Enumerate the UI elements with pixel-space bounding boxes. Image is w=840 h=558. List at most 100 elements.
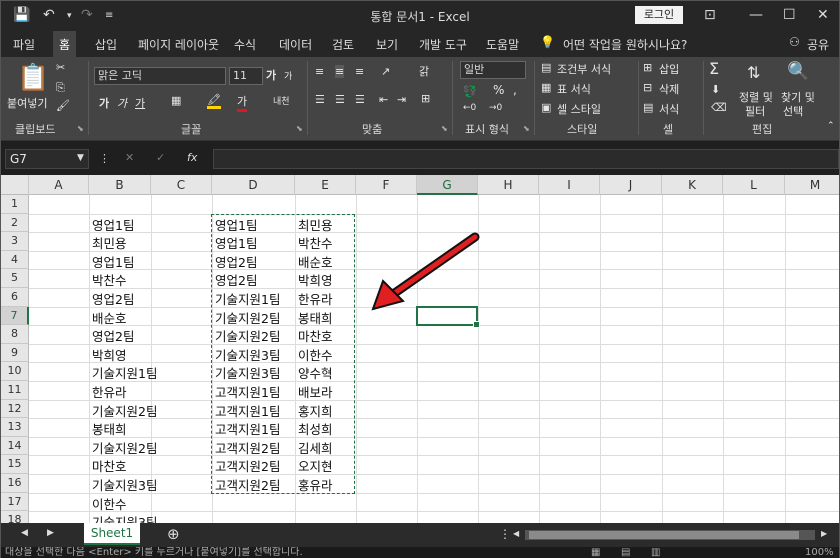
align-center-icon[interactable]: ☰ (335, 93, 345, 106)
more-options-icon[interactable]: ⋮ (99, 152, 110, 165)
tab-help[interactable]: 도움말 (486, 36, 519, 53)
name-box-dropdown-icon[interactable]: ▼ (77, 153, 84, 163)
styles-group-label: 스타일 (567, 123, 598, 136)
sort-filter-icon: ⇅ (747, 63, 761, 82)
separator (638, 61, 639, 135)
tab-developer[interactable]: 개발 도구 (419, 36, 467, 53)
borders-icon[interactable]: ▦ (171, 94, 181, 107)
number-group-label: 표시 형식 (465, 123, 509, 136)
increase-decimal-icon[interactable]: ←0 (463, 103, 476, 113)
number-launcher-icon[interactable]: ⬊ (523, 124, 530, 133)
paste-icon[interactable]: 📋 (17, 63, 49, 93)
tab-review[interactable]: 검토 (332, 36, 354, 53)
clipboard-group-label: 클립보드 (15, 123, 56, 136)
excel-window: 💾 ↶ ▾ ↷ ≡ 통합 문서1 - Excel 로그인 ⊡ — ☐ ✕ 파일 … (0, 0, 840, 558)
font-size-dropdown[interactable]: 11 (229, 67, 263, 85)
separator (307, 61, 308, 135)
sort-filter-button-line2[interactable]: 필터 (745, 103, 765, 119)
align-middle-icon[interactable]: ≡ (335, 65, 345, 78)
horizontal-scrollbar-thumb[interactable] (529, 531, 799, 539)
formula-input[interactable] (213, 149, 839, 169)
tab-data[interactable]: 데이터 (279, 36, 312, 53)
sheet-tabs-bar: ◀ ▶ Sheet1 ⊕ ⋮ ◀ ▶ (1, 523, 839, 547)
indent-increase-icon[interactable]: ⇥ (397, 93, 406, 106)
tab-insert[interactable]: 삽입 (95, 36, 117, 53)
tab-home[interactable]: 홈 (53, 31, 77, 57)
font-launcher-icon[interactable]: ⬊ (296, 124, 303, 133)
format-painter-icon[interactable]: 🖌 (56, 99, 70, 112)
confirm-entry-icon[interactable]: ✓ (156, 151, 165, 164)
clear-icon[interactable]: ⌫ (711, 101, 727, 114)
align-left-icon[interactable]: ☰ (315, 93, 325, 106)
alignment-launcher-icon[interactable]: ⬊ (441, 124, 448, 133)
tell-me-search[interactable]: 어떤 작업을 원하시나요? (563, 36, 687, 53)
paste-button-label[interactable]: 붙여넣기 (7, 95, 47, 111)
bold-button[interactable]: 가 (99, 95, 109, 111)
underline-button[interactable]: 가 (135, 95, 145, 111)
zoom-level[interactable]: 100% (805, 547, 834, 558)
insert-function-button[interactable]: fx (187, 151, 197, 164)
formula-bar: G7 ▼ ⋮ ✕ ✓ fx (1, 141, 839, 175)
scroll-prev-sheet-icon[interactable]: ◀ (21, 528, 28, 538)
normal-view-icon[interactable]: ▦ (591, 547, 600, 558)
hscroll-right-icon[interactable]: ▶ (821, 529, 827, 538)
ribbon-display-icon[interactable]: ⊡ (704, 7, 716, 23)
login-button[interactable]: 로그인 (635, 6, 683, 24)
tab-file[interactable]: 파일 (13, 36, 35, 53)
font-color-button[interactable]: 가 (237, 93, 248, 112)
page-break-view-icon[interactable]: ▥ (651, 547, 660, 558)
format-cells-button[interactable]: 서식 (659, 101, 679, 117)
cancel-entry-icon[interactable]: ✕ (125, 151, 134, 164)
italic-button[interactable]: 가 (117, 95, 127, 111)
ribbon-tabs: 파일 홈 삽입 페이지 레이아웃 수식 데이터 검토 보기 개발 도구 도움말 … (1, 31, 839, 57)
scroll-next-sheet-icon[interactable]: ▶ (47, 528, 54, 538)
comma-button[interactable]: , (513, 83, 517, 97)
autosum-icon[interactable]: Σ (709, 59, 719, 78)
insert-cells-button[interactable]: 삽입 (659, 61, 679, 77)
fill-color-icon[interactable]: 🖍 (207, 93, 221, 109)
phonetic-button[interactable]: 내천 (273, 94, 290, 107)
cut-icon[interactable]: ✂ (56, 61, 65, 74)
wrap-text-button[interactable]: 갉 (419, 63, 429, 79)
align-bottom-icon[interactable]: ≡ (355, 65, 364, 78)
separator (88, 61, 89, 135)
tab-page-layout[interactable]: 페이지 레이아웃 (138, 36, 219, 53)
table-format-button[interactable]: 표 서식 (557, 81, 591, 97)
minimize-icon[interactable]: — (749, 7, 763, 23)
maximize-icon[interactable]: ☐ (783, 7, 796, 23)
align-right-icon[interactable]: ☰ (355, 93, 365, 106)
delete-cells-icon: ⊟ (643, 81, 653, 94)
alignment-group-label: 맞춤 (362, 123, 383, 136)
decrease-decimal-icon[interactable]: →0 (489, 103, 502, 113)
indent-decrease-icon[interactable]: ⇤ (379, 93, 388, 106)
tab-view[interactable]: 보기 (376, 36, 398, 53)
new-sheet-icon[interactable]: ⊕ (167, 525, 180, 543)
hscroll-left-icon[interactable]: ◀ (513, 529, 519, 538)
copy-icon[interactable]: ⎘ (56, 81, 65, 95)
clipboard-launcher-icon[interactable]: ⬊ (77, 124, 84, 133)
tab-formulas[interactable]: 수식 (234, 36, 256, 53)
orientation-icon[interactable]: ↗ (381, 65, 390, 78)
conditional-format-button[interactable]: 조건부 서식 (557, 61, 611, 77)
worksheet-grid[interactable]: ABCDEFGHIJKLM 1 2 3 4 5 6 7 8 9 10 11 12 13 14 15 16 17 1… (1, 175, 839, 523)
separator (534, 61, 535, 135)
cell-style-button[interactable]: 셀 스타일 (557, 101, 601, 117)
cell-style-icon: ▣ (541, 101, 552, 114)
merge-button[interactable]: ⊞ (421, 92, 430, 105)
shrink-font-button[interactable]: 가 (284, 69, 292, 82)
status-message: 대상을 선택한 다음 <Enter> 키를 누르거나 [붙여넣기]를 선택합니다… (5, 547, 303, 558)
fill-icon[interactable]: ⬇ (711, 83, 720, 96)
page-layout-view-icon[interactable]: ▤ (621, 547, 630, 558)
find-select-button-line2[interactable]: 선택 (783, 103, 803, 119)
grow-font-button[interactable]: 가 (266, 67, 276, 83)
align-top-icon[interactable]: ≡ (315, 65, 324, 78)
share-button[interactable]: 공유 (807, 36, 829, 53)
number-format-dropdown[interactable]: 일반 (460, 61, 526, 79)
delete-cells-button[interactable]: 삭제 (659, 81, 679, 97)
font-name-dropdown[interactable]: 맑은 고딕 (94, 67, 226, 85)
accounting-icon[interactable]: 💱 (463, 85, 477, 98)
collapse-ribbon-icon[interactable]: ⌃ (827, 121, 835, 131)
percent-button[interactable]: % (493, 83, 504, 97)
sheet-tab-sheet1[interactable]: Sheet1 (84, 523, 140, 545)
close-icon[interactable]: ✕ (817, 7, 829, 23)
